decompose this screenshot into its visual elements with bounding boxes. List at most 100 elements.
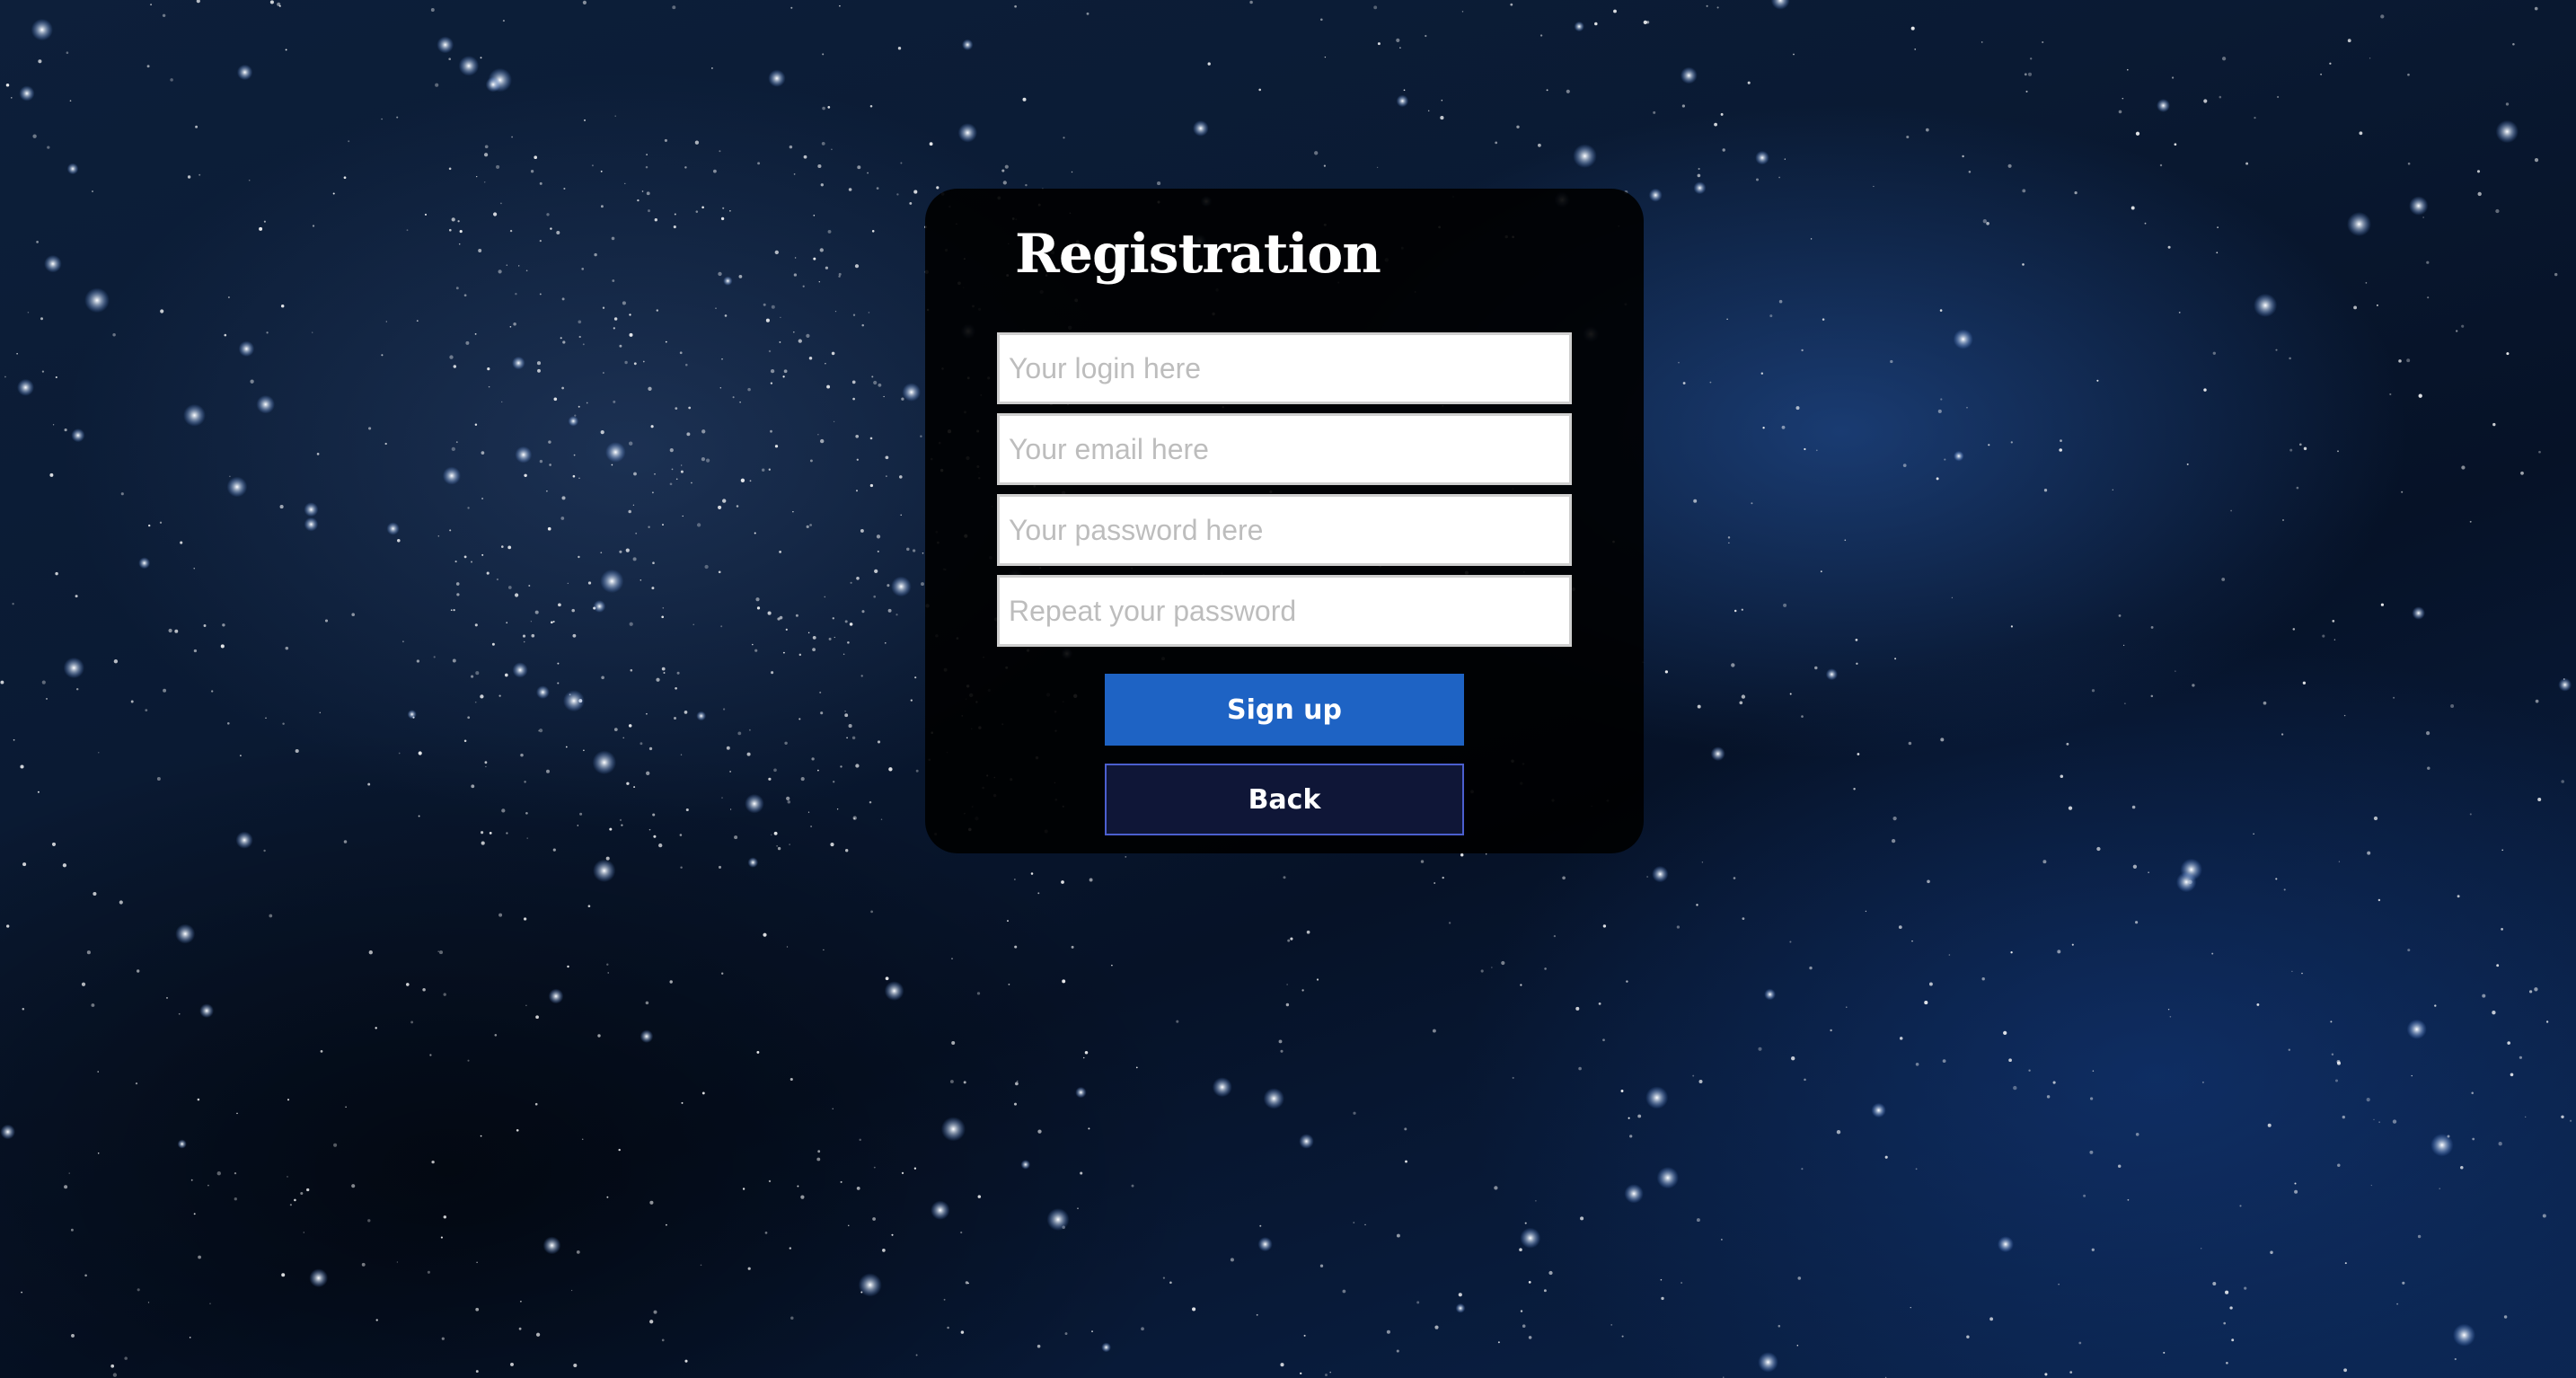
star: [789, 1247, 792, 1250]
star: [1088, 1127, 1090, 1130]
star: [578, 477, 580, 480]
login-input[interactable]: [997, 332, 1572, 404]
star: [949, 1080, 954, 1083]
star: [1856, 662, 1858, 665]
star: [1461, 11, 1464, 13]
bright-star: [236, 64, 253, 81]
star: [665, 340, 667, 343]
star: [234, 1171, 237, 1175]
star: [773, 831, 778, 835]
password-input[interactable]: [997, 494, 1572, 566]
star: [597, 1034, 601, 1038]
repeat-password-input[interactable]: [997, 575, 1572, 647]
star: [502, 20, 505, 22]
bright-star: [238, 340, 255, 358]
star: [800, 777, 805, 782]
star: [2245, 162, 2249, 165]
star: [567, 965, 569, 968]
star: [2221, 578, 2226, 581]
star: [2117, 1164, 2122, 1168]
star: [263, 220, 266, 223]
star: [965, 1281, 969, 1285]
back-button[interactable]: Back: [1105, 764, 1464, 835]
star: [2042, 860, 2047, 864]
star: [501, 808, 506, 813]
star: [70, 1228, 74, 1232]
star: [675, 478, 678, 481]
star: [506, 832, 508, 835]
star: [220, 644, 225, 649]
star: [2495, 208, 2500, 214]
star: [583, 749, 585, 752]
star: [496, 164, 500, 169]
star: [609, 827, 613, 831]
star: [440, 1236, 443, 1239]
star: [1538, 143, 1541, 147]
star: [431, 1160, 435, 1164]
star: [729, 209, 731, 212]
star: [1373, 5, 1378, 10]
star: [506, 622, 508, 624]
star: [2569, 1119, 2572, 1122]
star: [463, 294, 467, 297]
star: [808, 356, 813, 360]
star: [884, 641, 887, 644]
star: [1948, 954, 1951, 956]
star: [929, 142, 933, 146]
bright-star: [1997, 1236, 2014, 1253]
star: [2322, 634, 2325, 638]
star: [1720, 112, 1724, 116]
star: [1004, 164, 1009, 169]
star: [2060, 774, 2064, 779]
star: [137, 969, 140, 973]
star: [2456, 330, 2458, 332]
star: [695, 210, 699, 213]
star: [671, 468, 674, 471]
star: [2256, 1003, 2260, 1006]
star: [2124, 702, 2126, 704]
star: [878, 383, 882, 387]
email-input[interactable]: [997, 413, 1572, 485]
star: [976, 992, 981, 995]
bright-star: [1652, 865, 1669, 883]
star: [1230, 1258, 1234, 1262]
star: [1796, 1345, 1799, 1347]
star: [2537, 798, 2542, 801]
star: [797, 1185, 799, 1188]
star: [693, 623, 694, 625]
star: [441, 1337, 445, 1340]
star: [871, 230, 875, 233]
star: [685, 363, 688, 367]
bright-star: [858, 1273, 882, 1297]
star: [2239, 1205, 2242, 1207]
star: [203, 624, 207, 627]
star: [332, 192, 335, 195]
star: [509, 229, 513, 233]
star: [2122, 97, 2124, 100]
star: [1646, 876, 1648, 878]
star: [2221, 57, 2227, 61]
star: [2367, 851, 2371, 855]
star: [381, 118, 383, 120]
star: [869, 437, 873, 440]
star: [839, 4, 841, 7]
star: [1131, 1184, 1134, 1188]
star: [2203, 388, 2207, 392]
star: [633, 362, 637, 366]
star: [896, 193, 899, 196]
star: [607, 972, 609, 974]
star: [539, 293, 542, 296]
star: [825, 266, 829, 269]
star: [2333, 639, 2336, 640]
star: [424, 213, 428, 216]
star: [1747, 81, 1751, 84]
star: [98, 752, 100, 754]
star: [787, 799, 791, 804]
star: [830, 843, 834, 847]
star: [547, 526, 551, 531]
sign-up-button[interactable]: Sign up: [1105, 674, 1464, 746]
star: [1014, 945, 1018, 949]
star: [481, 553, 484, 556]
star: [838, 275, 841, 278]
star: [625, 548, 630, 552]
